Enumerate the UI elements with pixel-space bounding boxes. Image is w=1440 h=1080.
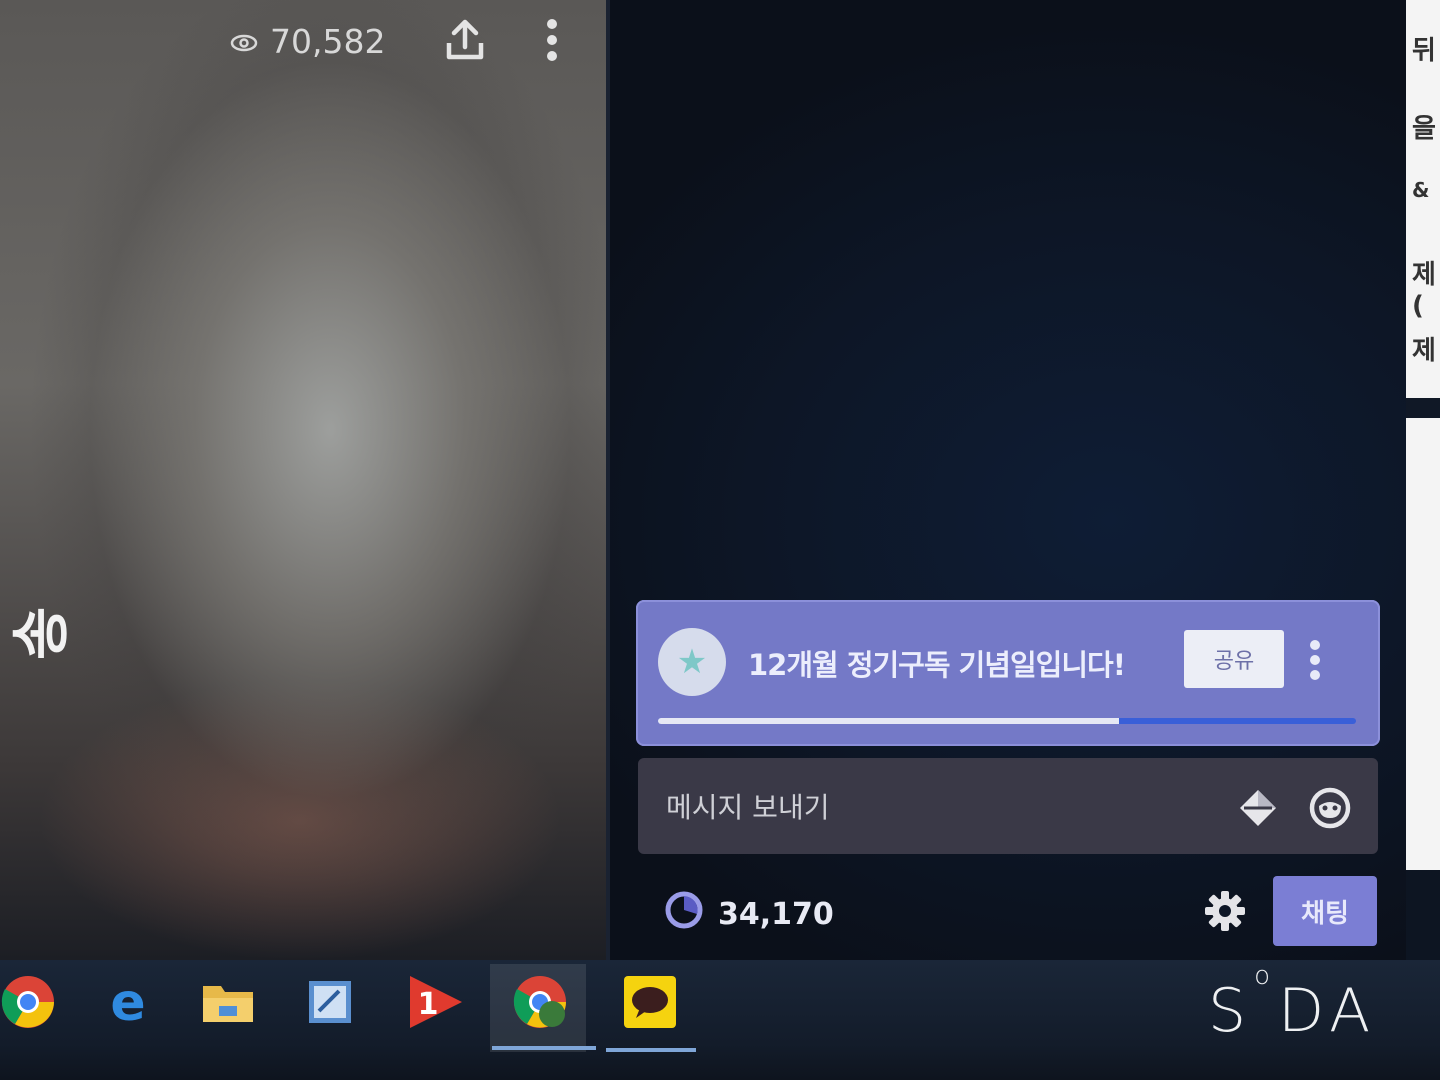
- media-player-icon: 1: [404, 974, 464, 1034]
- notice-progress-bar: [658, 718, 1356, 724]
- strip-text: 뒤: [1412, 36, 1436, 66]
- taskbar-media-player[interactable]: 1: [402, 972, 466, 1036]
- svg-text:1: 1: [418, 987, 439, 1022]
- running-indicator: [492, 1046, 596, 1050]
- more-vertical-icon: [545, 18, 559, 65]
- notice-message: 12개월 정기구독 기념일입니다!: [748, 648, 1126, 682]
- chrome-icon: [0, 974, 56, 1034]
- kakaotalk-icon: [622, 974, 678, 1034]
- taskbar-chrome[interactable]: [0, 972, 60, 1036]
- strip-text: 을: [1412, 114, 1436, 144]
- taskbar-kakaotalk[interactable]: [618, 972, 682, 1036]
- running-indicator: [606, 1048, 696, 1052]
- points-display[interactable]: 34,170: [664, 890, 834, 938]
- strip-gap: [1406, 398, 1440, 418]
- diamond-icon: [1238, 788, 1278, 831]
- strip-text: 제: [1412, 336, 1436, 366]
- taskbar-file-explorer[interactable]: [196, 972, 260, 1036]
- svg-text:e: e: [110, 976, 145, 1028]
- send-chat-button[interactable]: 채팅: [1273, 876, 1377, 946]
- watermark-part: DA: [1278, 976, 1377, 1046]
- points-icon: [664, 890, 704, 938]
- video-player[interactable]: 70,582 송: [0, 0, 606, 960]
- star-badge-icon: ★: [658, 628, 726, 696]
- taskbar-notepad[interactable]: [298, 972, 362, 1036]
- chat-message-input[interactable]: [664, 786, 1208, 828]
- watermark-circle: o: [1254, 961, 1277, 991]
- taskbar-chrome-beta[interactable]: [508, 972, 572, 1036]
- notice-progress-fill: [658, 718, 1119, 724]
- subscription-anniversary-notice: ★ 12개월 정기구독 기념일입니다! 공유: [636, 600, 1380, 746]
- strip-text: 제(: [1412, 260, 1436, 321]
- upload-icon: [445, 19, 485, 64]
- eye-icon: [230, 22, 258, 61]
- chrome-beta-icon: [512, 974, 568, 1034]
- chat-settings-button[interactable]: [1204, 890, 1246, 935]
- file-explorer-icon: [201, 978, 255, 1030]
- taskbar-edge[interactable]: e: [96, 972, 160, 1036]
- chat-input-box: [638, 758, 1378, 854]
- donation-button[interactable]: [1238, 788, 1278, 831]
- points-value: 34,170: [718, 896, 834, 932]
- view-count-value: 70,582: [270, 22, 386, 61]
- emoji-icon: [1308, 786, 1352, 833]
- more-vertical-icon: [1308, 638, 1322, 685]
- soda-watermark: SoDA: [1208, 961, 1377, 1046]
- share-upload-button[interactable]: [445, 19, 485, 64]
- share-button[interactable]: 공유: [1184, 630, 1284, 688]
- view-count: 70,582: [230, 22, 385, 61]
- gear-icon: [1204, 890, 1246, 935]
- adjacent-window-edge: 뒤 을 & 제( 제: [1406, 0, 1440, 870]
- strip-text: &: [1412, 178, 1430, 202]
- watermark-part: S: [1208, 976, 1253, 1046]
- video-more-button[interactable]: [545, 18, 559, 65]
- edge-icon: e: [102, 973, 154, 1033]
- notepad-icon: [305, 977, 355, 1031]
- video-toolbar: 70,582: [230, 18, 559, 65]
- emoji-button[interactable]: [1308, 786, 1352, 833]
- notice-more-button[interactable]: [1308, 638, 1322, 685]
- video-caption: 송: [7, 604, 75, 660]
